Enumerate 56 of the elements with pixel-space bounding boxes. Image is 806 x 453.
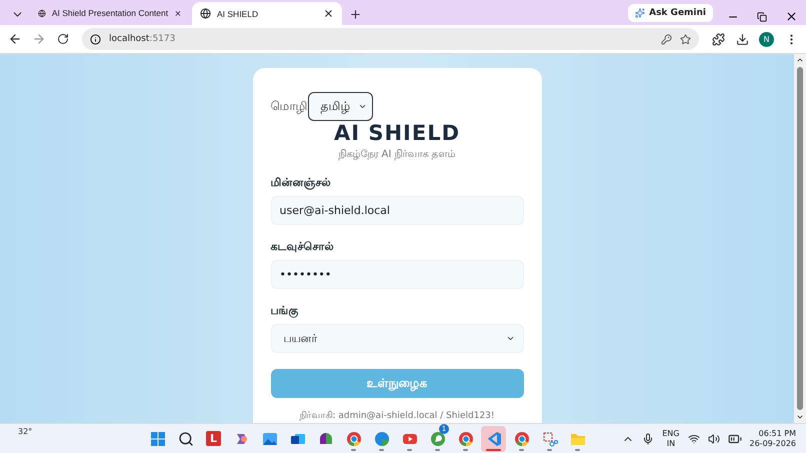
browser-tab[interactable]: AI SHIELD xyxy=(192,2,342,25)
new-tab-icon[interactable] xyxy=(348,8,362,20)
field-label: மின்னஞ்சல் xyxy=(270,176,332,190)
scissors-icon[interactable] xyxy=(542,430,558,446)
ask-gemini-button[interactable]: Ask Gemini xyxy=(628,4,713,22)
wifi-icon[interactable] xyxy=(688,432,700,444)
input-field[interactable]: user@ai-shield.local xyxy=(270,196,524,225)
browser-tab[interactable]: AI Shield Presentation Content xyxy=(30,3,190,23)
browser-icon[interactable] xyxy=(374,430,390,446)
tab-title: AI SHIELD xyxy=(217,8,260,18)
subtitle: நிகழ்நேர AI நிர்வாக தளம் xyxy=(337,149,457,161)
chevron-down-icon xyxy=(506,334,514,343)
url-text: localhost:5173 xyxy=(109,34,176,44)
back-icon[interactable] xyxy=(8,32,22,46)
volume-icon[interactable] xyxy=(708,432,720,444)
language-label: மொழி xyxy=(270,99,308,114)
credentials-hint: நிர்வாகி: admin@ai-shield.local / Shield123! xyxy=(298,410,496,421)
browser-icon[interactable] xyxy=(514,430,530,446)
microphone-icon[interactable] xyxy=(642,432,654,444)
scroll-up-icon[interactable] xyxy=(796,56,804,64)
chat-icon[interactable] xyxy=(430,430,446,446)
weather-text[interactable]: 32° xyxy=(10,427,145,436)
reload-icon[interactable] xyxy=(57,33,69,45)
globe-icon xyxy=(38,8,46,18)
info-icon[interactable] xyxy=(90,34,101,44)
profile-avatar[interactable]: N xyxy=(759,32,774,46)
scroll-down-icon[interactable] xyxy=(796,413,804,421)
input-field[interactable]: •••••••• xyxy=(270,260,524,289)
close-icon[interactable] xyxy=(785,10,798,23)
close-icon[interactable] xyxy=(323,8,334,19)
photos-icon[interactable] xyxy=(262,430,278,446)
globe-icon xyxy=(200,8,211,19)
browser-icon[interactable] xyxy=(458,430,474,446)
app-icon[interactable]: L xyxy=(206,431,221,446)
key-icon[interactable] xyxy=(661,34,672,44)
browser-icon[interactable] xyxy=(346,430,362,446)
role-select[interactable]: பயனர் xyxy=(270,324,524,353)
app-icon[interactable] xyxy=(318,430,334,446)
windows-icon[interactable] xyxy=(150,430,166,446)
tab-title: AI Shield Presentation Content xyxy=(52,8,168,18)
address-bar[interactable]: localhost:5173 xyxy=(82,28,699,50)
language-indicator[interactable]: ENG IN xyxy=(662,428,680,448)
field-label: பங்கு xyxy=(270,304,300,318)
sparkle-icon xyxy=(635,8,646,18)
download-icon[interactable] xyxy=(736,32,748,46)
language-select[interactable]: தமிழ் xyxy=(308,92,372,121)
search-icon[interactable] xyxy=(178,430,194,446)
app-title: AI SHIELD xyxy=(332,121,462,145)
scrollbar-thumb[interactable] xyxy=(797,67,803,410)
clock[interactable]: 06:51 PM 26-09-2026 xyxy=(750,428,796,448)
restore-icon[interactable] xyxy=(757,12,767,22)
extensions-icon[interactable] xyxy=(712,32,724,46)
field-label: கடவுச்சொல் xyxy=(270,240,334,254)
star-icon[interactable] xyxy=(680,34,691,44)
chevron-down-icon xyxy=(358,102,366,111)
forward-icon[interactable] xyxy=(32,32,46,46)
